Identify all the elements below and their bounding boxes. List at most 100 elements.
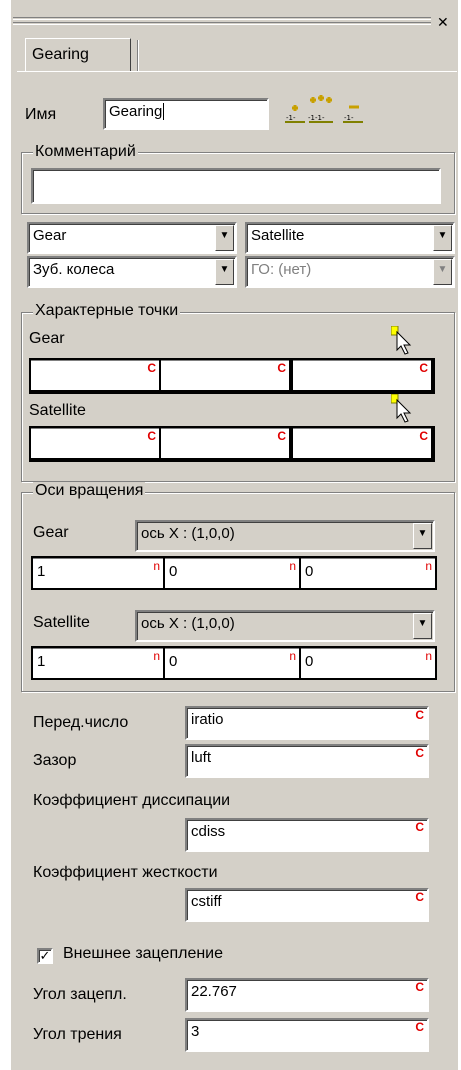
- tab-label: Gearing: [32, 46, 89, 63]
- body2-select[interactable]: Satellite ▼: [245, 222, 455, 254]
- pick-pointer-icon[interactable]: [390, 393, 413, 424]
- c-mark: C: [277, 361, 286, 375]
- go-select: ГО: (нет) ▼: [245, 256, 455, 288]
- points-satellite-x[interactable]: C: [31, 428, 159, 458]
- add-many-icon[interactable]: -1-1-: [307, 92, 333, 123]
- body2-value: Satellite: [251, 227, 305, 244]
- axes-satellite-x[interactable]: 1n: [33, 648, 163, 678]
- points-gear-label: Gear: [29, 330, 65, 347]
- tab-underline: [17, 71, 457, 73]
- axes-gear-x[interactable]: 1n: [33, 558, 163, 588]
- body1-select[interactable]: Gear ▼: [27, 222, 237, 254]
- axes-satellite-z[interactable]: 0n: [301, 648, 435, 678]
- diss-input[interactable]: cdiss C: [185, 818, 429, 852]
- pick-pointer-icon[interactable]: [390, 325, 413, 356]
- add-one-icon[interactable]: -1-: [283, 100, 307, 123]
- body1-value: Gear: [33, 227, 67, 244]
- axes-gear-label: Gear: [33, 524, 69, 541]
- axes-satellite-label: Satellite: [33, 614, 90, 631]
- n-mark: n: [289, 649, 296, 663]
- axes-satellite-x-value: 1: [37, 653, 46, 670]
- name-value: Gearing: [109, 103, 163, 120]
- axes-title: Оси вращения: [33, 482, 146, 500]
- name-label: Имя: [25, 106, 57, 123]
- axes-satellite-select[interactable]: ось X : (1,0,0) ▼: [135, 610, 435, 642]
- diss-value: cdiss: [191, 823, 226, 840]
- svg-text:-1-: -1-: [344, 114, 354, 122]
- chevron-down-icon[interactable]: ▼: [413, 523, 432, 549]
- axes-gear-y-value: 0: [169, 563, 178, 580]
- c-mark: C: [277, 429, 286, 443]
- comment-title: Комментарий: [33, 143, 138, 161]
- chevron-down-icon: ▼: [433, 259, 452, 285]
- ratio-input[interactable]: iratio C: [185, 706, 429, 740]
- friction-input[interactable]: 3C: [185, 1018, 429, 1052]
- axes-satellite-y-value: 0: [169, 653, 178, 670]
- drag-grip[interactable]: [13, 17, 431, 20]
- stiff-input[interactable]: cstiff C: [185, 888, 429, 922]
- axes-gear-value: ось X : (1,0,0): [141, 525, 235, 542]
- type-value: Зуб. колеса: [33, 261, 115, 278]
- points-satellite-z[interactable]: C: [293, 428, 431, 458]
- angle-label: Угол зацепл.: [33, 986, 127, 1003]
- drag-grip-2: [13, 22, 431, 25]
- c-mark: C: [147, 361, 156, 375]
- points-satellite-y[interactable]: C: [161, 428, 289, 458]
- points-gear-x[interactable]: C: [31, 360, 159, 390]
- gap-label: Зазор: [33, 752, 77, 769]
- axes-satellite-y[interactable]: 0n: [165, 648, 299, 678]
- points-title: Характерные точки: [33, 302, 181, 320]
- name-input[interactable]: Gearing: [103, 98, 269, 130]
- chevron-down-icon[interactable]: ▼: [215, 259, 234, 285]
- angle-value: 22.767: [191, 983, 237, 1000]
- friction-value: 3: [191, 1023, 200, 1040]
- close-icon[interactable]: ✕: [437, 14, 457, 30]
- stiff-label: Коэффициент жесткости: [33, 864, 218, 881]
- c-mark: C: [415, 746, 424, 760]
- tab-gearing[interactable]: Gearing: [25, 38, 131, 72]
- ratio-label: Перед.число: [33, 714, 129, 731]
- axes-gear-z-value: 0: [305, 563, 314, 580]
- gap-input[interactable]: luft C: [185, 744, 429, 778]
- chevron-down-icon[interactable]: ▼: [433, 225, 452, 251]
- svg-text:-1-1-: -1-1-: [308, 114, 325, 122]
- axes-gear-x-value: 1: [37, 563, 46, 580]
- n-mark: n: [289, 559, 296, 573]
- panel-body: ✕ Gearing Имя Gearing -1- -1-1- -1- Комм…: [10, 0, 458, 1070]
- n-mark: n: [425, 559, 432, 573]
- c-mark: C: [415, 1020, 424, 1034]
- c-mark: C: [415, 708, 424, 722]
- panel-title-bar[interactable]: ✕: [11, 14, 459, 36]
- remove-icon[interactable]: -1-: [341, 100, 365, 123]
- points-gear-z[interactable]: C: [293, 360, 431, 390]
- gearing-panel: ✕ Gearing Имя Gearing -1- -1-1- -1- Комм…: [0, 0, 461, 1070]
- check-icon: ✓: [39, 948, 51, 963]
- external-gearing-label: Внешнее зацепление: [63, 945, 224, 962]
- points-gear-y[interactable]: C: [161, 360, 289, 390]
- chevron-down-icon[interactable]: ▼: [215, 225, 234, 251]
- axes-gear-y[interactable]: 0n: [165, 558, 299, 588]
- chevron-down-icon[interactable]: ▼: [413, 613, 432, 639]
- axes-gear-select[interactable]: ось X : (1,0,0) ▼: [135, 520, 435, 552]
- comment-input[interactable]: [31, 168, 441, 204]
- axes-satellite-z-value: 0: [305, 653, 314, 670]
- n-mark: n: [425, 649, 432, 663]
- go-value: ГО: (нет): [251, 261, 312, 278]
- c-mark: C: [419, 361, 428, 375]
- gap-value: luft: [191, 749, 212, 766]
- external-gearing-checkbox[interactable]: ✓: [37, 948, 53, 964]
- c-mark: C: [415, 890, 424, 904]
- c-mark: C: [415, 820, 424, 834]
- angle-input[interactable]: 22.767 C: [185, 978, 429, 1012]
- friction-label: Угол трения: [33, 1026, 122, 1043]
- diss-label: Коэффициент диссипации: [33, 792, 231, 809]
- points-satellite-label: Satellite: [29, 402, 86, 419]
- type-select[interactable]: Зуб. колеса ▼: [27, 256, 237, 288]
- axes-satellite-value: ось X : (1,0,0): [141, 615, 235, 632]
- ratio-value: iratio: [191, 711, 224, 728]
- axes-gear-z[interactable]: 0n: [301, 558, 435, 588]
- n-mark: n: [153, 559, 160, 573]
- c-mark: C: [415, 980, 424, 994]
- svg-text:-1-: -1-: [286, 114, 296, 122]
- c-mark: C: [147, 429, 156, 443]
